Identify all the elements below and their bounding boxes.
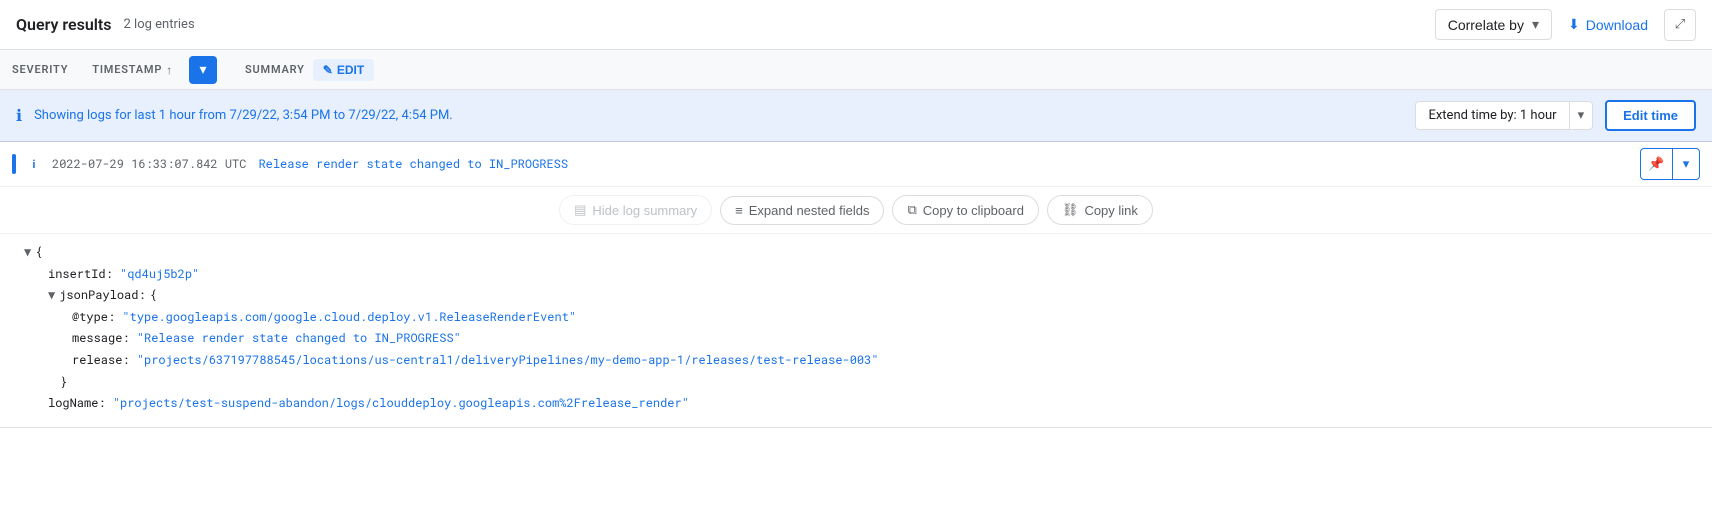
log-entry-row[interactable]: i 2022-07-29 16:33:07.842 UTC Release re… — [0, 142, 1712, 187]
download-icon: ⬇ — [1568, 16, 1580, 33]
time-banner-text: Showing logs for last 1 hour from 7/29/2… — [34, 108, 1403, 123]
json-line-logname: logName: "projects/test-suspend-abandon/… — [24, 393, 1696, 415]
timestamp-filter-dropdown[interactable]: ▾ — [189, 56, 217, 84]
expand-row-button[interactable]: ▾ — [1672, 148, 1700, 180]
download-button[interactable]: ⬇ Download — [1568, 16, 1648, 33]
extend-time-label: Extend time by: 1 hour — [1416, 102, 1568, 129]
correlate-label: Correlate by — [1448, 17, 1524, 33]
expand-nested-button[interactable]: ≡ Expand nested fields — [720, 196, 884, 225]
hide-summary-button[interactable]: ▤ Hide log summary — [559, 195, 712, 225]
pin-button[interactable]: 📌 — [1640, 148, 1672, 180]
collapse-icon[interactable]: ▼ — [24, 242, 31, 264]
log-level-indicator — [12, 154, 16, 174]
link-icon: ⛓ — [1062, 202, 1079, 218]
log-message: Release render state changed to IN_PROGR… — [258, 156, 1628, 172]
expand-icon: ≡ — [735, 203, 743, 218]
summary-icon: ▤ — [574, 202, 586, 218]
chevron-down-icon: ▾ — [1683, 157, 1690, 172]
json-line-brace-open: ▼ { — [24, 242, 1696, 264]
copy-link-button[interactable]: ⛓ Copy link — [1047, 195, 1153, 225]
edit-time-button[interactable]: Edit time — [1605, 100, 1696, 131]
severity-column-header: SEVERITY — [12, 63, 68, 76]
chevron-down-icon: ▾ — [1532, 16, 1539, 33]
copy-clipboard-button[interactable]: ⧉ Copy to clipboard — [892, 195, 1038, 225]
summary-column-area: SUMMARY ✎ EDIT — [245, 59, 374, 81]
detail-action-bar: ▤ Hide log summary ≡ Expand nested field… — [0, 187, 1712, 234]
info-icon: ℹ — [16, 106, 22, 125]
correlate-button[interactable]: Correlate by ▾ — [1435, 9, 1552, 40]
clipboard-icon: ⧉ — [907, 202, 916, 218]
log-detail-area: ▤ Hide log summary ≡ Expand nested field… — [0, 187, 1712, 428]
log-json-content: ▼ { insertId: "qd4uj5b2p" ▼ jsonPayload:… — [0, 234, 1712, 427]
log-timestamp: 2022-07-29 16:33:07.842 UTC — [52, 156, 246, 172]
timestamp-column-header[interactable]: TIMESTAMP ↑ — [92, 63, 173, 77]
json-line-insertid: insertId: "qd4uj5b2p" — [24, 264, 1696, 286]
sort-asc-icon: ↑ — [166, 63, 173, 77]
json-line-type: @type: "type.googleapis.com/google.cloud… — [24, 307, 1696, 329]
pin-icon: 📌 — [1648, 157, 1664, 172]
edit-button[interactable]: ✎ EDIT — [313, 59, 374, 81]
json-line-message: message: "Release render state changed t… — [24, 328, 1696, 350]
column-headers: SEVERITY TIMESTAMP ↑ ▾ SUMMARY ✎ EDIT — [0, 50, 1712, 90]
chevron-down-icon: ▾ — [200, 62, 207, 78]
collapse-payload-icon[interactable]: ▼ — [48, 285, 55, 307]
time-banner: ℹ Showing logs for last 1 hour from 7/29… — [0, 90, 1712, 142]
extend-time-button[interactable]: Extend time by: 1 hour ▾ — [1415, 101, 1593, 130]
fullscreen-button[interactable]: ⤢ — [1664, 9, 1696, 41]
pencil-icon: ✎ — [323, 63, 333, 77]
expand-icon: ⤢ — [1675, 17, 1685, 32]
log-level-badge: i — [28, 158, 40, 171]
extend-chevron-icon: ▾ — [1569, 102, 1593, 129]
page-title: Query results — [16, 15, 112, 34]
json-line-jsonpayload: ▼ jsonPayload: { — [24, 285, 1696, 307]
json-line-release: release: "projects/637197788545/location… — [24, 350, 1696, 372]
json-line-jsonpayload-close: } — [24, 372, 1696, 394]
header-bar: Query results 2 log entries Correlate by… — [0, 0, 1712, 50]
summary-column-header: SUMMARY — [245, 63, 305, 76]
log-count: 2 log entries — [124, 17, 195, 32]
